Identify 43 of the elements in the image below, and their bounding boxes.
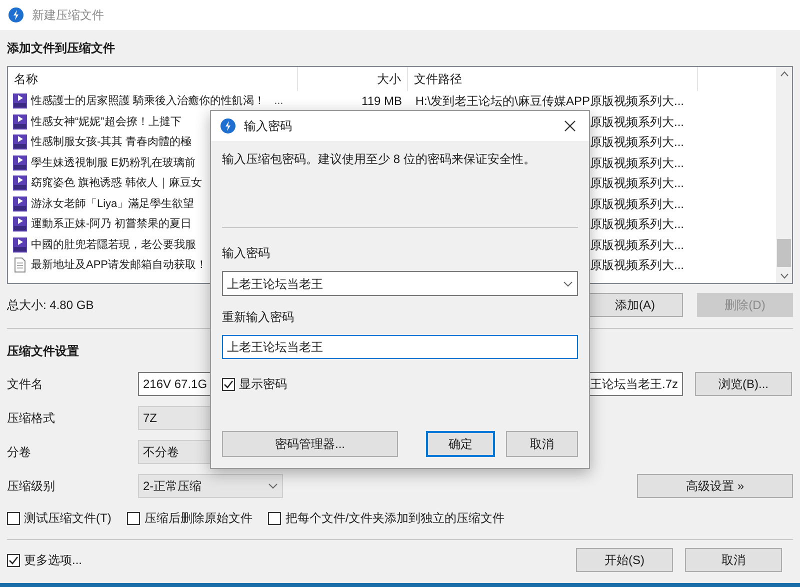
file-name: 性感制服女孩-其其 青春肉體的極 — [31, 134, 192, 150]
file-path: 原版视频系列大... — [590, 154, 684, 172]
file-name: 窈窕姿色 旗袍诱惑 韩依人｜麻豆女 — [31, 176, 202, 191]
file-name: 中國的肚兜若隱若現，老公要我服 — [31, 238, 196, 252]
file-name: 學生妹透視制服 E奶粉乳在玻璃前 — [31, 156, 196, 170]
file-path: 原版视频系列大... — [590, 114, 684, 131]
file-path: 原版视频系列大... — [590, 257, 684, 274]
checkbox-label: 压缩后删除原始文件 — [144, 510, 252, 527]
file-name: 性感女神“妮妮”超会撩！上撻下 — [31, 114, 182, 130]
file-path: 原版视频系列大... — [590, 216, 684, 234]
checkbox-label: 把每个文件/文件夹添加到独立的压缩文件 — [285, 510, 505, 527]
file-path: 原版视频系列大... — [590, 134, 684, 152]
field-text: 上老王论坛当老王 — [227, 276, 323, 292]
file-path: 原版视频系列大... — [590, 175, 684, 192]
checkbox-label: 显示密码 — [239, 376, 287, 393]
dialog-title: 输入密码 — [244, 118, 293, 135]
dropdown-value: 7Z — [143, 410, 158, 427]
dropdown-value: 2-正常压缩 — [143, 478, 202, 495]
window-title: 新建压缩文件 — [32, 7, 104, 24]
field-text: 王论坛当老王.7z — [590, 376, 678, 393]
file-size: 119 MB — [362, 93, 402, 110]
checkbox-label: 测试压缩文件(T) — [24, 510, 112, 527]
file-name: 性感護士的居家照護 騎乘後入治癒你的性飢渴！ — [31, 94, 266, 109]
section-heading: 添加文件到压缩文件 — [7, 40, 115, 57]
field-label: 输入密码 — [222, 245, 271, 262]
field-label: 重新输入密码 — [222, 309, 295, 326]
file-name: 最新地址及APP请发邮箱自动获取！ — [31, 258, 208, 273]
file-name: 運動系正妹-阿乃 初嘗禁果的夏日 — [31, 216, 192, 232]
file-path: 原版视频系列大... — [590, 236, 684, 254]
field-label: 文件名 — [7, 376, 44, 393]
file-name: 游泳女老師「Liya」滿足學生欲望 — [31, 196, 194, 212]
checkbox-label: 更多选项... — [24, 552, 82, 569]
total-size: 总大小: 4.80 GB — [7, 297, 95, 314]
field-label: 压缩级别 — [7, 478, 56, 495]
dropdown-value: 不分卷 — [143, 444, 179, 461]
field-label: 分卷 — [7, 444, 32, 461]
truncation-mark: ... — [274, 94, 284, 109]
field-text: 216V 67.1G — [143, 376, 208, 393]
dialog-message: 输入压缩包密码。建议使用至少 8 位的密码来保证安全性。 — [222, 151, 536, 168]
file-path: H:\发到老王论坛的\麻豆传媒APP原版视频系列大... — [415, 93, 684, 110]
section-heading: 压缩文件设置 — [7, 343, 79, 360]
field-label: 压缩格式 — [7, 410, 56, 427]
file-path: 原版视频系列大... — [590, 196, 684, 213]
